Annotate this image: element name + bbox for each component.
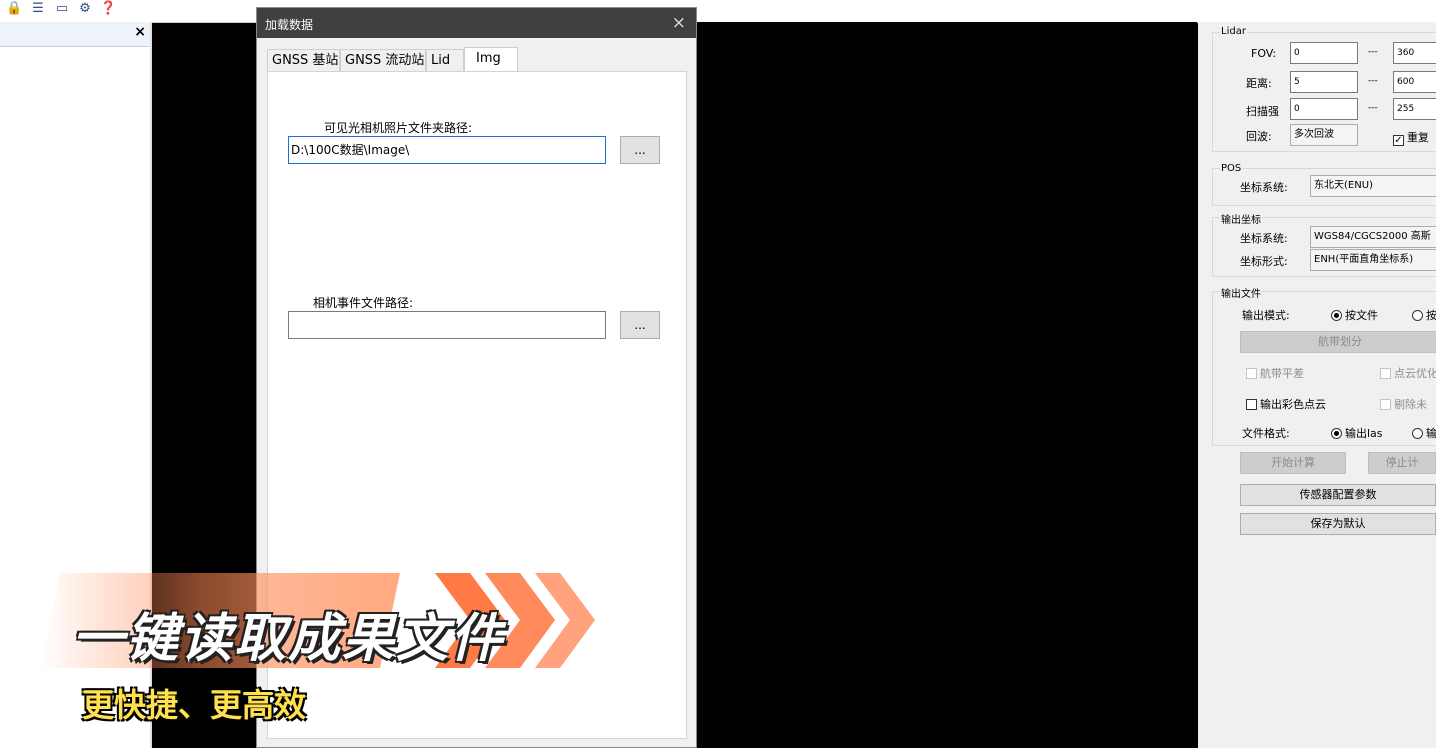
distance-label: 距离: bbox=[1246, 77, 1272, 90]
sensor-config-button[interactable]: 传感器配置参数 bbox=[1240, 484, 1436, 506]
output-mode-label: 输出模式: bbox=[1242, 309, 1290, 322]
strip-split-button[interactable]: 航带划分 bbox=[1240, 331, 1436, 353]
repeat-checkbox[interactable]: ✓ 重复 bbox=[1393, 129, 1429, 146]
repeat-label: 重复 bbox=[1407, 131, 1429, 144]
distance-separator: --- bbox=[1368, 76, 1378, 86]
fov-separator: --- bbox=[1368, 47, 1378, 57]
strip-adjust-checkbox[interactable]: 航带平差 bbox=[1246, 365, 1304, 381]
output-coord-select[interactable]: WGS84/CGCS2000 高斯 bbox=[1310, 226, 1436, 248]
checkbox-icon bbox=[1246, 368, 1257, 379]
tab-img[interactable]: Img bbox=[464, 47, 518, 72]
lidar-group-title: Lidar bbox=[1220, 26, 1247, 37]
pc-optimize-label: 点云优化 bbox=[1394, 367, 1436, 380]
checkbox-icon bbox=[1246, 399, 1257, 410]
toolbar: 🔒 ☰ ▭ ⚙ ❓ bbox=[0, 0, 1436, 23]
left-panel-header: × bbox=[0, 22, 150, 47]
remove-checkbox[interactable]: 剔除未 bbox=[1380, 396, 1427, 412]
settings-panel: Lidar FOV: 0 --- 360 距离: 5 --- 600 扫描强 0… bbox=[1198, 22, 1436, 748]
radio-unchecked-icon bbox=[1412, 310, 1423, 321]
pos-group-title: POS bbox=[1220, 163, 1243, 174]
format-other-label: 输 bbox=[1426, 427, 1436, 440]
strip-adjust-label: 航带平差 bbox=[1260, 367, 1304, 380]
intensity-separator: --- bbox=[1368, 103, 1378, 113]
pos-coord-select[interactable]: 东北天(ENU) bbox=[1310, 175, 1436, 197]
tab-lid[interactable]: Lid bbox=[426, 49, 464, 71]
dialog-close-icon[interactable]: × bbox=[672, 13, 686, 33]
tab-gnss-rover[interactable]: GNSS 流动站 bbox=[340, 49, 426, 71]
mode-other-radio[interactable]: 按 bbox=[1412, 307, 1436, 323]
viewport bbox=[697, 22, 1197, 748]
color-pc-label: 输出彩色点云 bbox=[1260, 398, 1326, 411]
output-form-value: ENH(平面直角坐标系) bbox=[1314, 254, 1414, 265]
lock-icon[interactable]: 🔒 bbox=[6, 2, 22, 16]
photo-folder-input[interactable]: D:\100C数据\Image\ bbox=[288, 136, 606, 164]
help-icon[interactable]: ❓ bbox=[100, 2, 116, 16]
event-file-browse-button[interactable]: ... bbox=[620, 311, 660, 339]
pos-coord-value: 东北天(ENU) bbox=[1314, 180, 1373, 191]
event-file-label: 相机事件文件路径: bbox=[313, 296, 414, 310]
start-calc-button[interactable]: 开始计算 bbox=[1240, 452, 1346, 474]
remove-label: 剔除未 bbox=[1394, 398, 1427, 411]
distance-max-input[interactable]: 600 bbox=[1393, 71, 1436, 93]
radio-checked-icon bbox=[1331, 428, 1342, 439]
echo-select[interactable]: 多次回波 bbox=[1290, 124, 1358, 146]
echo-select-value: 多次回波 bbox=[1294, 129, 1334, 140]
output-coord-label: 坐标系统: bbox=[1240, 232, 1288, 245]
format-las-label: 输出las bbox=[1345, 427, 1383, 440]
pc-optimize-checkbox[interactable]: 点云优化 bbox=[1380, 365, 1436, 381]
checkbox-icon bbox=[1380, 368, 1391, 379]
format-other-radio[interactable]: 输 bbox=[1412, 425, 1436, 441]
dialog-title: 加载数据 bbox=[265, 18, 314, 32]
laptop-icon[interactable]: ▭ bbox=[54, 2, 70, 16]
color-pc-checkbox[interactable]: 输出彩色点云 bbox=[1246, 396, 1326, 412]
format-las-radio[interactable]: 输出las bbox=[1331, 425, 1383, 441]
intensity-max-input[interactable]: 255 bbox=[1393, 98, 1436, 120]
echo-label: 回波: bbox=[1246, 130, 1272, 143]
fov-label: FOV: bbox=[1251, 47, 1277, 60]
output-form-label: 坐标形式: bbox=[1240, 255, 1288, 268]
checkbox-icon bbox=[1380, 399, 1391, 410]
left-panel-close-icon[interactable]: × bbox=[134, 24, 146, 40]
output-file-group-title: 输出文件 bbox=[1220, 285, 1262, 300]
radio-checked-icon bbox=[1331, 310, 1342, 321]
intensity-label: 扫描强 bbox=[1246, 105, 1279, 118]
mode-by-file-radio[interactable]: 按文件 bbox=[1331, 307, 1378, 323]
output-form-select[interactable]: ENH(平面直角坐标系) bbox=[1310, 249, 1436, 271]
save-default-button[interactable]: 保存为默认 bbox=[1240, 513, 1436, 535]
promo-headline: 一键读取成果文件 bbox=[72, 609, 505, 669]
file-format-label: 文件格式: bbox=[1242, 427, 1290, 440]
gear-icon[interactable]: ⚙ bbox=[77, 2, 93, 16]
intensity-min-input[interactable]: 0 bbox=[1290, 98, 1358, 120]
output-coord-value: WGS84/CGCS2000 高斯 bbox=[1314, 231, 1431, 242]
promo-subline: 更快捷、更高效 bbox=[82, 686, 307, 724]
fov-max-input[interactable]: 360 bbox=[1393, 42, 1436, 64]
fov-min-input[interactable]: 0 bbox=[1290, 42, 1358, 64]
output-coord-group-title: 输出坐标 bbox=[1220, 211, 1262, 226]
stop-calc-button[interactable]: 停止计 bbox=[1368, 452, 1436, 474]
photo-folder-label: 可见光相机照片文件夹路径: bbox=[324, 121, 473, 135]
dialog-titlebar: 加载数据 × bbox=[257, 8, 696, 38]
radio-unchecked-icon bbox=[1412, 428, 1423, 439]
repeat-check-icon: ✓ bbox=[1393, 135, 1404, 146]
mode-other-label: 按 bbox=[1426, 309, 1436, 322]
event-file-input[interactable] bbox=[288, 311, 606, 339]
distance-min-input[interactable]: 5 bbox=[1290, 71, 1358, 93]
photo-folder-browse-button[interactable]: ... bbox=[620, 136, 660, 164]
list-icon[interactable]: ☰ bbox=[30, 2, 46, 16]
pos-coord-label: 坐标系统: bbox=[1240, 181, 1288, 194]
tab-gnss-base[interactable]: GNSS 基站 bbox=[267, 49, 340, 71]
mode-by-file-label: 按文件 bbox=[1345, 309, 1378, 322]
